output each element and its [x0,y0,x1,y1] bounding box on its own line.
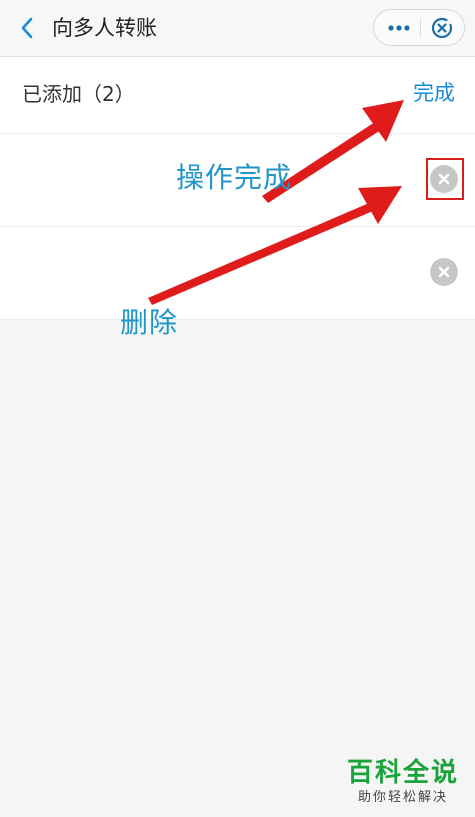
remove-button[interactable] [430,258,458,286]
page-title: 向多人转账 [52,16,157,40]
capsule-menu [373,9,465,46]
capsule-divider [420,18,421,37]
added-header-row: 已添加（2） 完成 [0,57,475,134]
added-count-label: 已添加（2） [22,82,135,106]
back-button[interactable] [12,12,42,44]
list-item [0,227,475,320]
done-button[interactable]: 完成 [413,78,455,108]
more-button[interactable] [382,13,416,42]
close-miniapp-button[interactable] [426,13,458,42]
annotation-done-text: 操作完成 [176,161,293,194]
chevron-left-icon [21,17,33,39]
watermark-sub: 助你轻松解决 [357,790,448,805]
close-circle-icon [431,17,453,38]
remove-circle-icon [438,266,450,278]
watermark-logo: 百科全说 助你轻松解决 [347,757,459,807]
top-navbar: 向多人转账 [0,0,475,57]
annotation-delete-text: 删除 [120,306,179,339]
more-dots-icon [388,24,410,31]
highlight-box [426,158,464,200]
watermark-main: 百科全说 [346,758,459,788]
